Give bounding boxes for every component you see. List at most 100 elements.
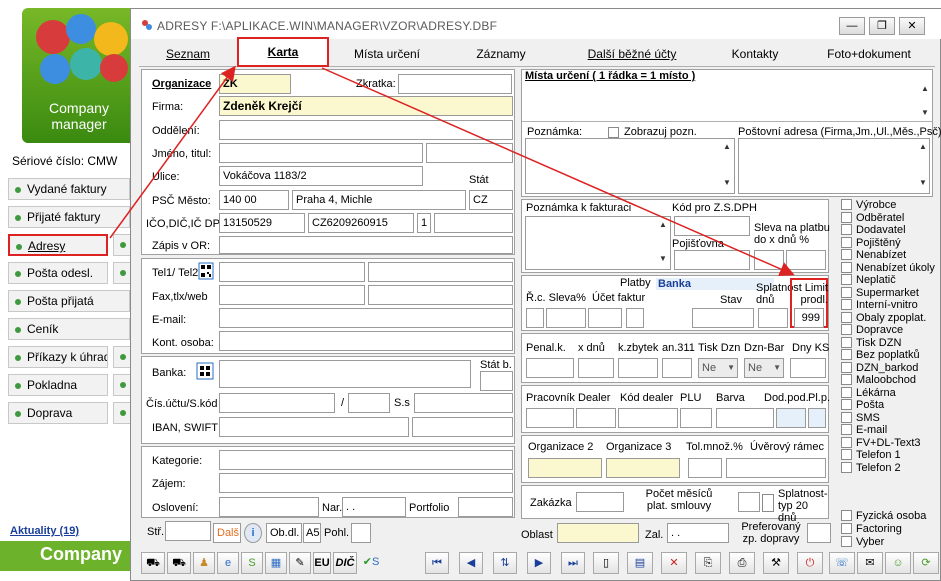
tel2-field[interactable] bbox=[368, 262, 513, 282]
mista-textarea[interactable] bbox=[522, 84, 932, 122]
kod-zs-field[interactable] bbox=[674, 216, 750, 236]
checklist-item[interactable]: Nenabízet bbox=[841, 247, 906, 261]
checkbox[interactable] bbox=[841, 224, 852, 235]
dic-field[interactable]: CZ6209260915 bbox=[308, 213, 414, 233]
pozn-fakt-textarea[interactable] bbox=[525, 216, 671, 270]
sort-icon[interactable]: ⇅ bbox=[493, 552, 517, 574]
checklist-item[interactable]: Tisk DZN bbox=[841, 335, 901, 349]
next-record-icon[interactable]: ▶ bbox=[527, 552, 551, 574]
checkbox[interactable] bbox=[841, 536, 852, 547]
dnyks-field[interactable] bbox=[790, 358, 826, 378]
sidebar-item-prijate[interactable]: Přijaté faktury bbox=[8, 206, 130, 228]
kzbytek-field[interactable] bbox=[618, 358, 658, 378]
ucet-faktur-field[interactable] bbox=[588, 308, 622, 328]
plp-field[interactable] bbox=[808, 408, 826, 428]
checkbox[interactable] bbox=[841, 449, 852, 460]
titul-field[interactable] bbox=[426, 143, 513, 163]
icdph-field[interactable]: 1 bbox=[417, 213, 431, 233]
tab-zaznamy[interactable]: Záznamy bbox=[445, 43, 557, 67]
checklist-item[interactable]: Dopravce bbox=[841, 322, 903, 336]
jmeno-field[interactable] bbox=[219, 143, 423, 163]
uverovy-field[interactable] bbox=[726, 458, 826, 478]
sleva-pct2-field[interactable] bbox=[546, 308, 586, 328]
eu-button[interactable]: EU bbox=[313, 552, 331, 574]
mail-icon[interactable]: ✉ bbox=[857, 552, 883, 574]
rc-field[interactable] bbox=[526, 308, 544, 328]
scroll-up-icon[interactable]: ▲ bbox=[916, 142, 930, 151]
kont-osoba-field[interactable] bbox=[219, 331, 513, 351]
qr-code-icon[interactable] bbox=[198, 262, 214, 280]
browser-icon[interactable]: e bbox=[217, 552, 239, 574]
checklist-item[interactable]: Telefon 2 bbox=[841, 460, 901, 474]
car2-icon[interactable]: ⛟ bbox=[167, 552, 191, 574]
prev-record-icon[interactable]: ◀ bbox=[459, 552, 483, 574]
tab-foto-dokument[interactable]: Foto+dokument bbox=[803, 43, 935, 67]
stat-b-field[interactable] bbox=[480, 371, 513, 391]
limit-field[interactable]: 999 bbox=[794, 308, 824, 328]
car-icon[interactable]: ⛟ bbox=[141, 552, 165, 574]
checkbox[interactable] bbox=[841, 311, 852, 323]
ucet-faktur2-field[interactable] bbox=[626, 308, 644, 328]
tools-icon[interactable]: ⚒ bbox=[763, 552, 789, 574]
icdph2-field[interactable] bbox=[434, 213, 513, 233]
checkbox[interactable] bbox=[841, 523, 852, 534]
bank-qr-icon[interactable] bbox=[196, 362, 214, 380]
last-record-icon[interactable]: ⏭ bbox=[561, 552, 585, 574]
dealer-field[interactable] bbox=[576, 408, 616, 428]
osloveni-field[interactable] bbox=[219, 497, 319, 517]
ulice-field[interactable]: Vokáčova 1183/2 bbox=[219, 166, 423, 186]
close-button[interactable]: ✕ bbox=[899, 17, 925, 35]
checkbox[interactable] bbox=[841, 399, 852, 410]
poznamka-textarea[interactable] bbox=[525, 138, 735, 194]
sidebar-item-posta-prijata[interactable]: Pošta přijatá bbox=[8, 290, 130, 312]
splatnost-field[interactable] bbox=[758, 308, 788, 328]
checklist-item[interactable]: Neplatič bbox=[841, 272, 896, 286]
checklist-item[interactable]: Výrobce bbox=[841, 197, 896, 211]
checklist-item[interactable]: E-mail bbox=[841, 422, 887, 436]
aktuality-link[interactable]: Aktuality (19) bbox=[10, 525, 79, 537]
checklist-item[interactable]: Telefon 1 bbox=[841, 447, 901, 461]
web-field[interactable] bbox=[368, 285, 513, 305]
ico-field[interactable]: 13150529 bbox=[219, 213, 305, 233]
tiskdzn-select[interactable]: Ne ▼ bbox=[698, 358, 738, 378]
tel1-field[interactable] bbox=[219, 262, 365, 282]
checklist-item[interactable]: SMS bbox=[841, 410, 880, 424]
an311-field[interactable] bbox=[662, 358, 692, 378]
oblast-field[interactable] bbox=[557, 523, 639, 543]
sidebar-item-adresy[interactable]: Adresy bbox=[8, 234, 108, 256]
verify-button[interactable]: ✔S bbox=[359, 552, 383, 574]
sidebar-item-doprava[interactable]: Doprava bbox=[8, 402, 108, 424]
scroll-down-icon[interactable]: ▼ bbox=[918, 108, 932, 117]
koddealer-field[interactable] bbox=[618, 408, 678, 428]
sidebar-item-prikazy[interactable]: Příkazy k úhradě bbox=[8, 346, 108, 368]
checklist-item[interactable]: Lékárna bbox=[841, 385, 896, 399]
pocet-field[interactable] bbox=[738, 492, 760, 512]
psc-field[interactable]: 140 00 bbox=[219, 190, 289, 210]
sidebar-item-pokladna[interactable]: Pokladna bbox=[8, 374, 108, 396]
kod-banky-field[interactable] bbox=[348, 393, 390, 413]
plu-field[interactable] bbox=[680, 408, 712, 428]
nar-field[interactable]: . . bbox=[342, 497, 406, 517]
zal-field[interactable]: . . bbox=[667, 523, 729, 543]
zajem-field[interactable] bbox=[219, 473, 513, 493]
checkbox[interactable] bbox=[841, 199, 852, 210]
scroll-up-icon[interactable]: ▲ bbox=[656, 220, 670, 229]
checkbox[interactable] bbox=[841, 361, 852, 373]
dznbar-select[interactable]: Ne ▼ bbox=[744, 358, 784, 378]
org3-field[interactable] bbox=[606, 458, 680, 478]
tab-dalsi-ucty[interactable]: Další běžné účty bbox=[557, 43, 707, 67]
checkbox[interactable] bbox=[841, 349, 852, 360]
sleva-dny-field[interactable] bbox=[754, 250, 784, 270]
dic-button[interactable]: DIČ bbox=[333, 552, 357, 574]
pracovnik-field[interactable] bbox=[526, 408, 574, 428]
checklist-item[interactable]: DZN_barkod bbox=[841, 360, 918, 374]
checklist2-item[interactable]: Factoring bbox=[841, 521, 902, 535]
checkbox[interactable] bbox=[841, 374, 852, 385]
pojistovna-field[interactable] bbox=[674, 250, 750, 270]
checkbox[interactable] bbox=[841, 324, 852, 335]
person-icon[interactable]: ♟ bbox=[193, 552, 215, 574]
checkbox[interactable] bbox=[841, 249, 852, 260]
portfolio-field[interactable] bbox=[458, 497, 513, 517]
print-icon[interactable]: ⎙ bbox=[729, 552, 755, 574]
checklist-item[interactable]: Supermarket bbox=[841, 285, 919, 299]
